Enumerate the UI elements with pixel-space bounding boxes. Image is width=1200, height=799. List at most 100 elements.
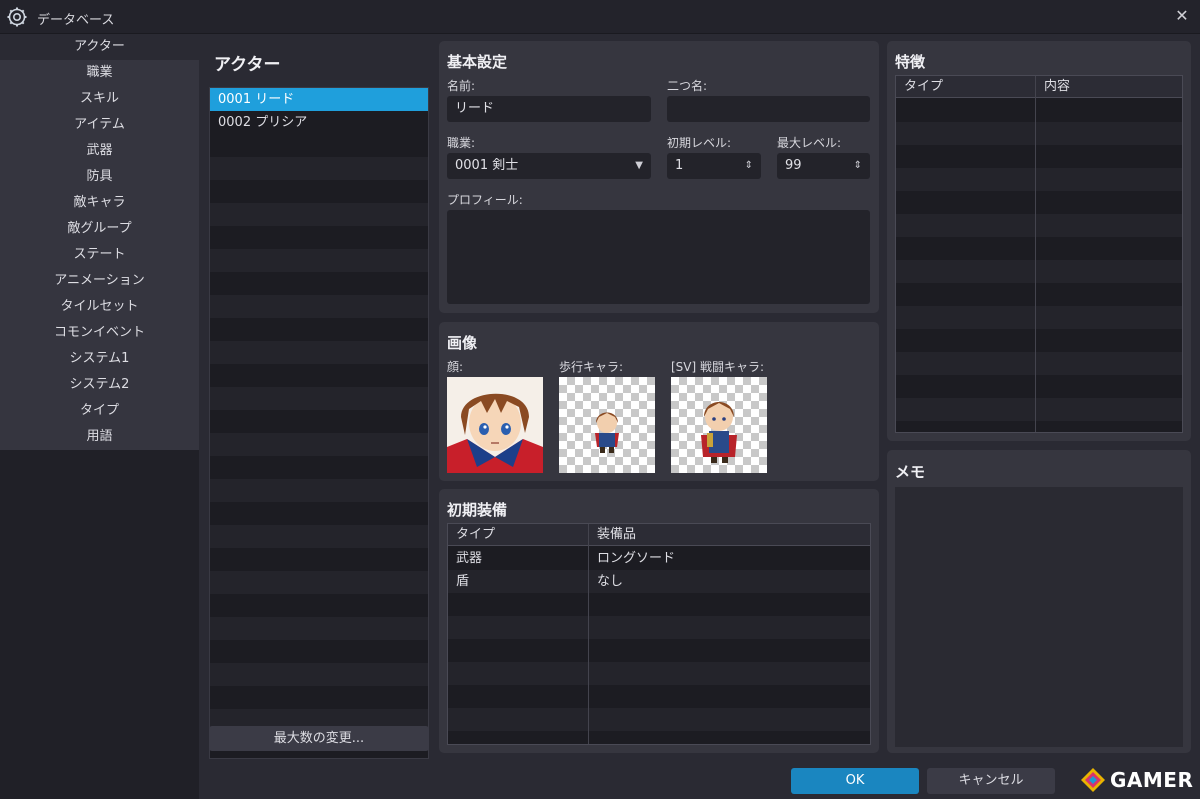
empty-table-row[interactable]: [896, 122, 1182, 145]
empty-table-row[interactable]: [448, 616, 870, 639]
change-maximum-button[interactable]: 最大数の変更...: [209, 726, 429, 751]
empty-list-row[interactable]: [210, 479, 428, 502]
empty-list-row[interactable]: [210, 134, 428, 157]
sidebar-item-terms[interactable]: 用語: [0, 424, 199, 450]
empty-list-row[interactable]: [210, 640, 428, 663]
empty-table-row[interactable]: [448, 685, 870, 708]
empty-table-row[interactable]: [896, 214, 1182, 237]
empty-table-row[interactable]: [896, 191, 1182, 214]
nickname-field[interactable]: [667, 96, 870, 122]
traits-col-type[interactable]: タイプ: [896, 76, 1035, 98]
sidebar-item-tileset[interactable]: タイルセット: [0, 294, 199, 320]
empty-list-row[interactable]: [210, 410, 428, 433]
sidebar-item-weapon[interactable]: 武器: [0, 138, 199, 164]
sidebar-item-troop[interactable]: 敵グループ: [0, 216, 199, 242]
sv-battler-image[interactable]: [671, 377, 767, 473]
updown-icon[interactable]: ⇕: [745, 153, 753, 179]
memo-heading: メモ: [895, 463, 926, 481]
category-sidebar: アクター 職業 スキル アイテム 武器 防具 敵キャラ 敵グループ ステート ア…: [0, 34, 199, 799]
sidebar-item-armor[interactable]: 防具: [0, 164, 199, 190]
empty-table-row[interactable]: [896, 329, 1182, 352]
empty-list-row[interactable]: [210, 226, 428, 249]
empty-list-row[interactable]: [210, 364, 428, 387]
walk-character-image[interactable]: [559, 377, 655, 473]
max-level-stepper[interactable]: 99 ⇕: [777, 153, 870, 179]
sidebar-item-skill[interactable]: スキル: [0, 86, 199, 112]
sidebar-item-actor[interactable]: アクター: [0, 34, 199, 60]
empty-list-row[interactable]: [210, 318, 428, 341]
empty-list-row[interactable]: [210, 686, 428, 709]
updown-icon[interactable]: ⇕: [854, 153, 862, 179]
images-heading: 画像: [447, 334, 478, 352]
empty-list-row[interactable]: [210, 433, 428, 456]
profile-label: プロフィール:: [447, 193, 523, 207]
close-icon[interactable]: ✕: [1172, 6, 1192, 26]
sidebar-item-common-event[interactable]: コモンイベント: [0, 320, 199, 346]
actor-list-heading: アクター: [214, 55, 281, 75]
sidebar-item-animation[interactable]: アニメーション: [0, 268, 199, 294]
empty-list-row[interactable]: [210, 341, 428, 364]
empty-list-row[interactable]: [210, 272, 428, 295]
empty-list-row[interactable]: [210, 157, 428, 180]
sidebar-item-system1[interactable]: システム1: [0, 346, 199, 372]
empty-list-row[interactable]: [210, 548, 428, 571]
empty-table-row[interactable]: [896, 306, 1182, 329]
watermark-text: GAMER: [1110, 768, 1194, 792]
empty-list-row[interactable]: [210, 502, 428, 525]
traits-table[interactable]: タイプ 内容: [895, 75, 1183, 433]
equipment-col-item[interactable]: 装備品: [589, 524, 636, 546]
empty-table-row[interactable]: [896, 352, 1182, 375]
cancel-button[interactable]: キャンセル: [927, 768, 1055, 794]
empty-table-row[interactable]: [448, 708, 870, 731]
empty-list-row[interactable]: [210, 203, 428, 226]
empty-table-row[interactable]: [896, 398, 1182, 421]
empty-table-row[interactable]: [448, 639, 870, 662]
initial-level-stepper[interactable]: 1 ⇕: [667, 153, 761, 179]
sidebar-item-enemy[interactable]: 敵キャラ: [0, 190, 199, 216]
empty-list-row[interactable]: [210, 387, 428, 410]
empty-list-row[interactable]: [210, 456, 428, 479]
empty-list-row[interactable]: [210, 594, 428, 617]
sidebar-item-class[interactable]: 職業: [0, 60, 199, 86]
table-row[interactable]: 盾 なし: [448, 570, 870, 593]
empty-table-row[interactable]: [896, 283, 1182, 306]
equipment-col-type[interactable]: タイプ: [448, 524, 588, 546]
max-level-value: 99: [785, 158, 802, 173]
empty-table-row[interactable]: [896, 375, 1182, 398]
empty-table-row[interactable]: [896, 260, 1182, 283]
empty-table-row[interactable]: [896, 145, 1182, 168]
equipment-table[interactable]: タイプ 装備品 武器 ロングソード 盾 なし: [447, 523, 871, 745]
sidebar-item-system2[interactable]: システム2: [0, 372, 199, 398]
sidebar-item-item[interactable]: アイテム: [0, 112, 199, 138]
actor-list[interactable]: 0001 リード 0002 プリシア: [209, 87, 429, 759]
actor-list-item[interactable]: 0001 リード: [210, 88, 428, 111]
empty-table-row[interactable]: [896, 168, 1182, 191]
table-row[interactable]: 武器 ロングソード: [448, 547, 870, 570]
traits-col-content[interactable]: 内容: [1036, 76, 1070, 98]
empty-table-row[interactable]: [448, 731, 870, 744]
sidebar-item-type[interactable]: タイプ: [0, 398, 199, 424]
memo-textarea[interactable]: [895, 487, 1183, 747]
empty-list-row[interactable]: [210, 525, 428, 548]
profile-textarea[interactable]: [447, 210, 870, 304]
empty-list-row[interactable]: [210, 617, 428, 640]
empty-table-row[interactable]: [448, 662, 870, 685]
empty-table-row[interactable]: [896, 237, 1182, 260]
ok-button[interactable]: OK: [791, 768, 919, 794]
empty-list-row[interactable]: [210, 663, 428, 686]
traits-panel: 特徴 タイプ 内容: [887, 41, 1191, 441]
sidebar-item-state[interactable]: ステート: [0, 242, 199, 268]
empty-table-row[interactable]: [896, 99, 1182, 122]
name-label: 名前:: [447, 79, 476, 93]
empty-list-row[interactable]: [210, 295, 428, 318]
images-panel: 画像 顔: 歩行キャラ: [SV] 戦闘キャラ:: [439, 322, 879, 481]
empty-list-row[interactable]: [210, 249, 428, 272]
empty-list-row[interactable]: [210, 571, 428, 594]
empty-table-row[interactable]: [896, 421, 1182, 432]
empty-table-row[interactable]: [448, 593, 870, 616]
name-field[interactable]: リード: [447, 96, 651, 122]
actor-list-item[interactable]: 0002 プリシア: [210, 111, 428, 134]
face-image[interactable]: [447, 377, 543, 473]
empty-list-row[interactable]: [210, 180, 428, 203]
class-select[interactable]: 0001 剣士 ▼: [447, 153, 651, 179]
